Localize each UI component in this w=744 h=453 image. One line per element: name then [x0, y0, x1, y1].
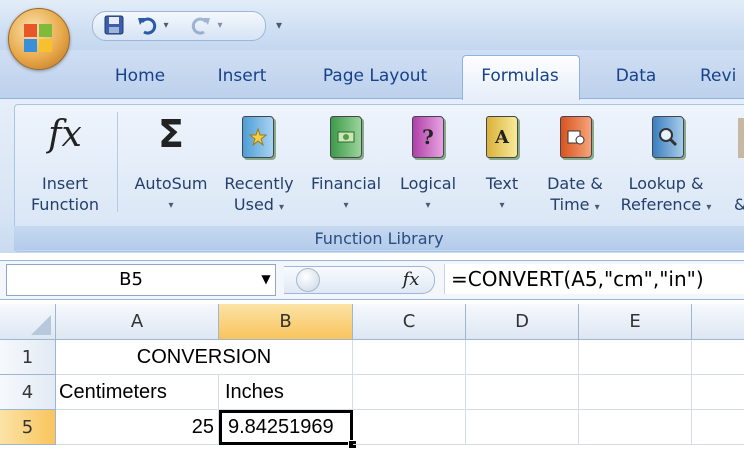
row-header-5[interactable]: 5 [0, 410, 56, 445]
date-time-button[interactable]: Date & Time ▾ [540, 108, 610, 222]
fx-icon: fx [48, 114, 82, 155]
undo-dropdown-icon[interactable]: ▾ [160, 16, 172, 34]
save-icon[interactable] [104, 15, 124, 35]
logical-label: Logical [399, 174, 457, 193]
lookup-reference-button[interactable]: Lookup & Reference ▾ [616, 108, 716, 222]
redo-dropdown-icon[interactable]: ▾ [214, 16, 226, 34]
column-header-f[interactable] [692, 304, 744, 340]
autosum-button[interactable]: Σ AutoSum ▾ [126, 108, 216, 222]
row-header-1[interactable]: 1 [0, 340, 56, 375]
financial-label: Financial [310, 174, 382, 193]
customize-toolbar-icon[interactable]: ▾ [272, 16, 286, 34]
cell-e4[interactable] [579, 375, 692, 410]
lookup-book-icon [652, 116, 684, 158]
lookup-reference-label-1: Lookup & [628, 174, 704, 193]
tab-data[interactable]: Data [604, 58, 668, 94]
cell-e5[interactable] [579, 410, 692, 445]
insert-function-label-2: Function [30, 195, 100, 214]
magnifier-icon [659, 128, 678, 147]
cell-a1-merged[interactable]: CONVERSION [56, 340, 353, 375]
autosum-label: AutoSum [134, 174, 208, 193]
letter-a-icon: A [495, 126, 509, 148]
formula-input[interactable]: =CONVERT(A5,"cm","in") [444, 264, 744, 294]
cell-d5[interactable] [466, 410, 579, 445]
logical-button[interactable]: ? Logical ▾ [390, 108, 466, 222]
financial-book-icon [330, 116, 362, 158]
cell-f4[interactable] [692, 375, 744, 410]
cell-b4[interactable]: Inches [219, 375, 353, 410]
name-box-value: B5 [119, 268, 143, 290]
text-dropdown-icon: ▾ [499, 200, 505, 211]
recently-used-label-1: Recently [224, 174, 294, 193]
cell-c4[interactable] [353, 375, 466, 410]
redo-icon[interactable] [190, 14, 212, 36]
question-mark-icon: ? [422, 125, 434, 149]
date-time-label-2: Time ▾ [550, 195, 600, 214]
recently-used-button[interactable]: Recently Used ▾ [218, 108, 300, 222]
money-icon [337, 131, 355, 143]
tab-page-layout[interactable]: Page Layout [310, 58, 440, 94]
cell-a4[interactable]: Centimeters [56, 375, 219, 410]
star-icon [249, 128, 267, 146]
cell-c5[interactable] [353, 410, 466, 445]
group-label: Function Library [14, 226, 744, 250]
column-header-e[interactable]: E [579, 304, 692, 340]
cell-d1[interactable] [466, 340, 579, 375]
insert-function-label-1: Insert [42, 174, 88, 193]
truncated-button-label: & [734, 195, 744, 215]
cell-e1[interactable] [579, 340, 692, 375]
tab-home[interactable]: Home [104, 58, 176, 94]
financial-button[interactable]: Financial ▾ [304, 108, 388, 222]
expand-formula-icon[interactable] [296, 268, 320, 292]
select-all-icon [31, 315, 51, 335]
logical-book-icon: ? [412, 116, 444, 158]
name-box-dropdown-icon[interactable]: ▼ [256, 268, 276, 290]
autosum-dropdown-icon: ▾ [168, 200, 174, 211]
text-book-icon: A [486, 116, 518, 158]
cell-f1[interactable] [692, 340, 744, 375]
lookup-reference-label-2: Reference ▾ [620, 195, 712, 214]
calendar-clock-icon [567, 130, 585, 145]
cell-f5[interactable] [692, 410, 744, 445]
tab-formulas[interactable]: Formulas [462, 58, 578, 94]
sigma-icon: Σ [158, 112, 184, 156]
recently-used-book-icon [242, 116, 274, 158]
cell-b5-active[interactable]: 9.84251969 [219, 410, 353, 445]
undo-icon[interactable] [136, 14, 158, 36]
column-header-c[interactable]: C [353, 304, 466, 340]
tab-insert[interactable]: Insert [204, 58, 280, 94]
insert-function-fx-icon[interactable]: fx [396, 266, 426, 292]
text-label: Text [485, 174, 519, 193]
date-time-book-icon [560, 116, 592, 158]
financial-dropdown-icon: ▾ [343, 200, 349, 211]
cell-d4[interactable] [466, 375, 579, 410]
logical-dropdown-icon: ▾ [425, 200, 431, 211]
recently-used-label-2: Used ▾ [233, 195, 285, 214]
office-logo-icon [24, 24, 52, 52]
truncated-button-icon [738, 118, 744, 158]
cell-c1[interactable] [353, 340, 466, 375]
group-separator [117, 112, 118, 212]
select-all-corner[interactable] [0, 304, 56, 340]
row-header-4[interactable]: 4 [0, 375, 56, 410]
column-header-b[interactable]: B [219, 304, 353, 340]
cell-a5[interactable]: 25 [56, 410, 219, 445]
column-header-d[interactable]: D [466, 304, 579, 340]
tab-review[interactable]: Revi [700, 58, 744, 94]
insert-function-button[interactable]: fx Insert Function [20, 108, 110, 222]
column-header-a[interactable]: A [56, 304, 219, 340]
text-button[interactable]: A Text ▾ [474, 108, 530, 222]
date-time-label-1: Date & [547, 174, 603, 193]
